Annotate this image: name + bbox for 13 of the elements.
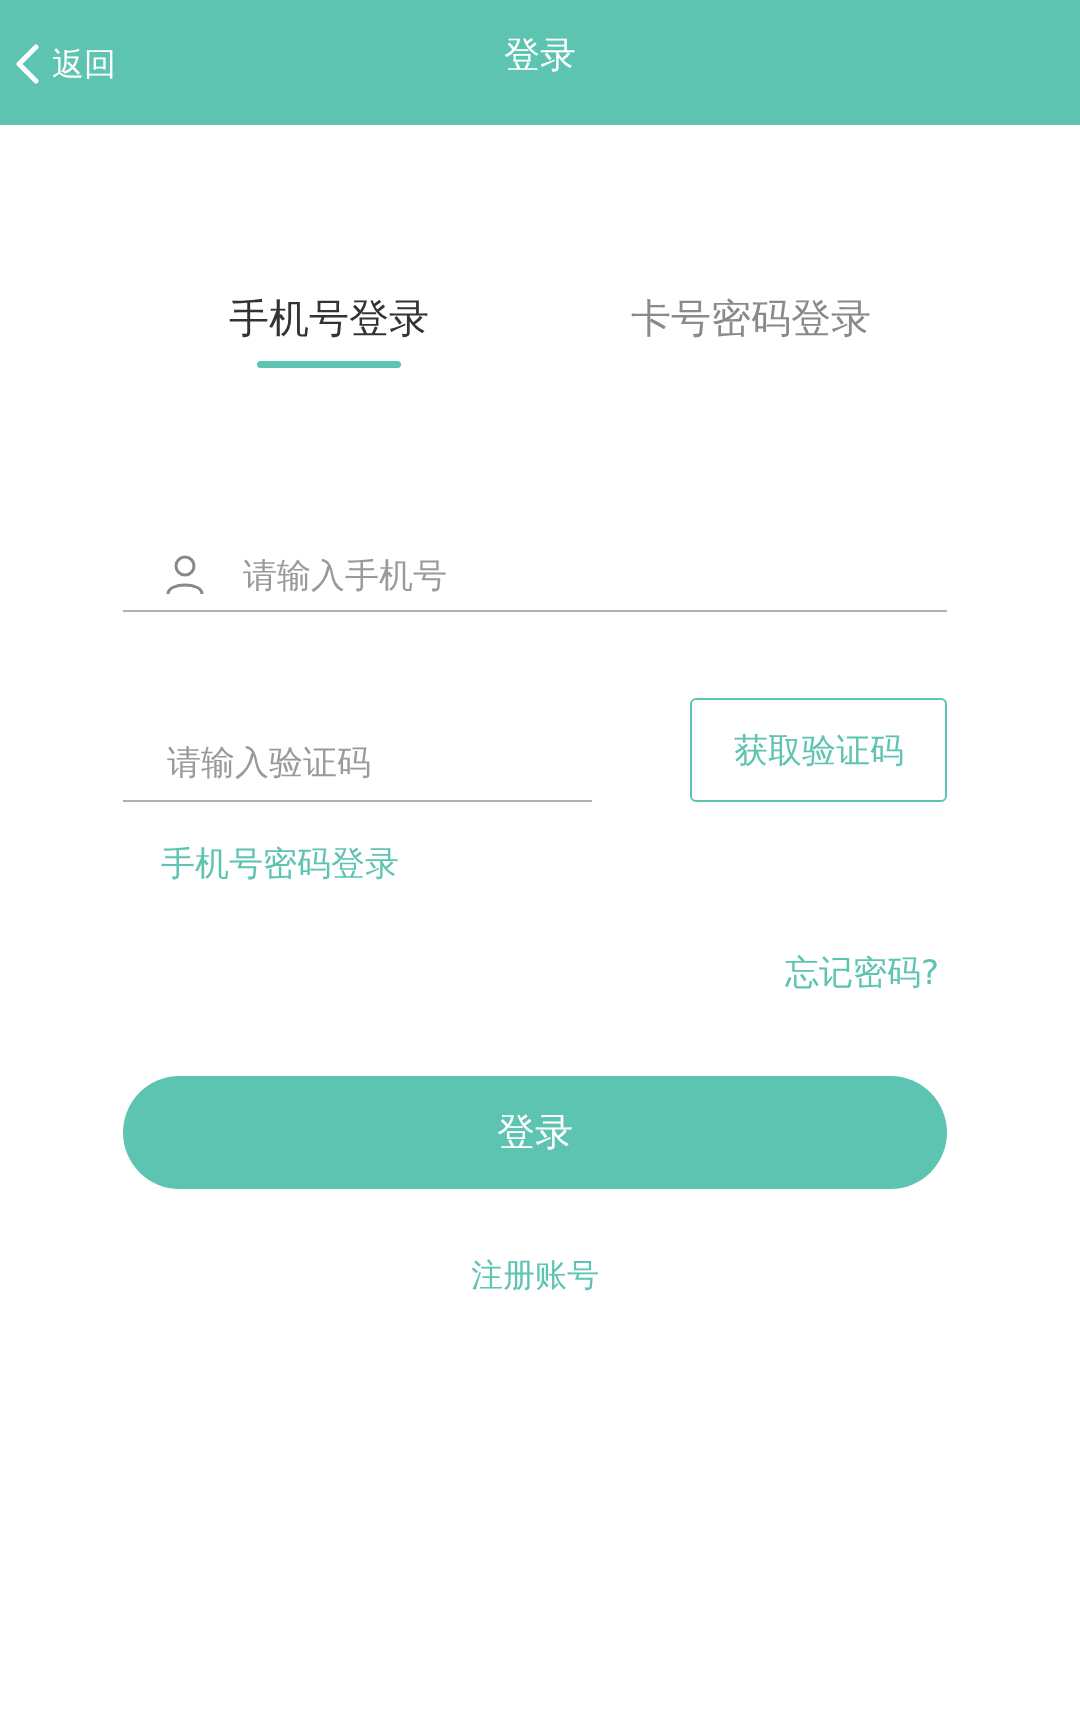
- page-title: 登录: [504, 33, 576, 77]
- get-code-button[interactable]: 获取验证码: [690, 698, 947, 802]
- code-field[interactable]: 请输入验证码: [167, 736, 592, 788]
- forgot-password-link[interactable]: 忘记密码?: [784, 947, 939, 998]
- register-link[interactable]: 注册账号: [471, 1251, 599, 1299]
- phone-field[interactable]: 请输入手机号: [243, 549, 947, 601]
- login-tab[interactable]: 手机号登录: [0, 293, 540, 368]
- login-tab[interactable]: 卡号密码登录: [540, 293, 1080, 368]
- back-button[interactable]: 返回: [14, 39, 116, 88]
- password-login-link[interactable]: 手机号密码登录: [161, 843, 399, 883]
- login-button[interactable]: 登录: [123, 1076, 947, 1189]
- user-icon: [165, 554, 205, 596]
- back-icon: [14, 43, 40, 84]
